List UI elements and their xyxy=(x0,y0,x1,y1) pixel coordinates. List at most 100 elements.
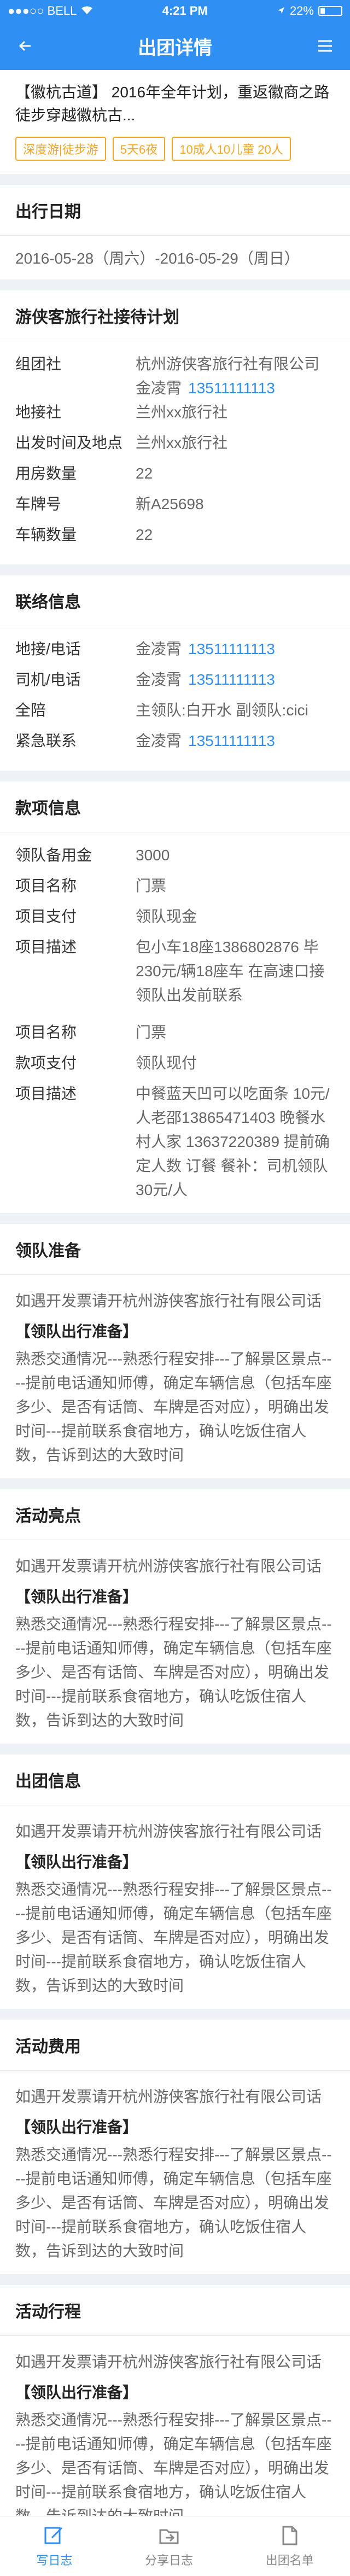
kv-key: 司机/电话 xyxy=(15,671,81,688)
section-title: 款项信息 xyxy=(0,782,350,832)
kv-row: 项目描述 中餐蓝天凹可以吃面条 10元/人老邵13865471403 晚餐水村人家… xyxy=(15,1082,335,1202)
folder-share-icon xyxy=(159,2529,179,2544)
menu-icon[interactable] xyxy=(314,35,336,57)
section-title: 活动行程 xyxy=(0,2285,350,2336)
kv-key: 地接/电话 xyxy=(15,640,81,657)
kv-key: 地接社 xyxy=(15,404,62,421)
kv-key: 用房数量 xyxy=(15,465,77,482)
tag-type: 深度游|徒步游 xyxy=(15,137,106,161)
tab-label: 写日志 xyxy=(36,2553,73,2567)
kv-value: 主领队:白开水 副领队:cici xyxy=(136,702,308,719)
trip-header-card: 【徽杭古道】 2016年全年计划，重返徽商之路徒步穿越徽杭古... 深度游|徒步… xyxy=(0,70,350,174)
group-info-card: 出团信息 如遇开发票请开杭州游侠客旅行社有限公司话 【领队出行准备】 熟悉交通情… xyxy=(0,1755,350,2009)
edit-icon xyxy=(44,2527,63,2544)
kv-key: 项目名称 xyxy=(15,1024,77,1041)
battery-icon xyxy=(318,6,342,16)
section-title: 活动亮点 xyxy=(0,1489,350,1540)
contact-name: 金凌霄 xyxy=(136,640,182,657)
section-title: 出行日期 xyxy=(0,185,350,236)
section-note: 熟悉交通情况---熟悉行程安排---了解景区景点----提前电话通知师傅，确定车… xyxy=(15,2146,332,2259)
kv-value: 杭州游侠客旅行社有限公司 xyxy=(136,355,320,372)
highlights-card: 活动亮点 如遇开发票请开杭州游侠客旅行社有限公司话 【领队出行准备】 熟悉交通情… xyxy=(0,1489,350,1744)
kv-key: 出发时间及地点 xyxy=(15,434,123,451)
document-icon xyxy=(282,2526,298,2545)
kv-row: 项目描述 包小车18座1386802876 毕230元/辆18座车 在高速口接领队… xyxy=(15,935,335,1007)
section-subtitle: 【领队出行准备】 xyxy=(15,2384,138,2401)
phone-link[interactable]: 13511111113 xyxy=(188,640,275,657)
kv-value: 门票 xyxy=(136,877,167,894)
phone-link[interactable]: 13511111113 xyxy=(188,380,275,397)
kv-key: 项目描述 xyxy=(15,939,77,955)
contact-name: 金凌霄 xyxy=(136,671,182,688)
kv-value: 3000 xyxy=(136,847,170,864)
carrier-label: ●●●○○ BELL xyxy=(8,4,77,18)
section-title: 出团信息 xyxy=(0,1755,350,1805)
trip-tags: 深度游|徒步游 5天6夜 10成人10儿童 20人 xyxy=(15,137,335,161)
kv-row: 出发时间及地点 兰州xx旅行社 xyxy=(15,431,335,462)
travel-date-card: 出行日期 2016-05-28（周六）-2016-05-29（周日） xyxy=(0,185,350,279)
contact-name: 金凌霄 xyxy=(136,732,182,749)
tab-write-log[interactable]: 写日志 xyxy=(36,2525,72,2568)
kv-row: 项目支付 领队现金 xyxy=(15,905,335,935)
section-subtitle: 【领队出行准备】 xyxy=(15,1588,138,1605)
kv-row: 组团社 杭州游侠客旅行社有限公司 金凌霄 13511111113 xyxy=(15,352,335,400)
kv-row: 用房数量 22 xyxy=(15,462,335,492)
tag-duration: 5天6夜 xyxy=(112,137,166,161)
kv-value: 兰州xx旅行社 xyxy=(136,404,228,421)
section-title: 活动费用 xyxy=(0,2020,350,2071)
leader-prep-card: 领队准备 如遇开发票请开杭州游侠客旅行社有限公司话 【领队出行准备】 熟悉交通情… xyxy=(0,1224,350,1478)
itinerary-card: 活动行程 如遇开发票请开杭州游侠客旅行社有限公司话 【领队出行准备】 熟悉交通情… xyxy=(0,2285,350,2539)
section-intro: 如遇开发票请开杭州游侠客旅行社有限公司话 xyxy=(15,1292,322,1309)
tab-label: 分享日志 xyxy=(144,2553,193,2567)
kv-key: 款项支付 xyxy=(15,1054,77,1071)
section-title: 游侠客旅行社接待计划 xyxy=(0,290,350,341)
kv-key: 项目名称 xyxy=(15,877,77,894)
nav-bar: 出团详情 xyxy=(0,22,350,70)
kv-key: 车辆数量 xyxy=(15,526,77,543)
section-note: 熟悉交通情况---熟悉行程安排---了解景区景点----提前电话通知师傅，确定车… xyxy=(15,1350,332,1464)
kv-value: 兰州xx旅行社 xyxy=(136,434,228,451)
status-bar: ●●●○○ BELL 4:21 PM 22% xyxy=(0,0,350,22)
section-note: 熟悉交通情况---熟悉行程安排---了解景区景点----提前电话通知师傅，确定车… xyxy=(15,2411,332,2525)
kv-value: 门票 xyxy=(136,1024,167,1041)
phone-link[interactable]: 13511111113 xyxy=(188,671,275,688)
kv-value: 22 xyxy=(136,465,153,482)
phone-link[interactable]: 13511111113 xyxy=(188,732,275,749)
kv-value: 领队现付 xyxy=(136,1054,197,1071)
back-arrow-icon[interactable] xyxy=(14,35,36,57)
kv-row: 车辆数量 22 xyxy=(15,523,335,553)
section-title: 联络信息 xyxy=(0,575,350,626)
page-title: 出团详情 xyxy=(138,37,212,59)
kv-key: 领队备用金 xyxy=(15,847,92,864)
bottom-tab-bar: 写日志 分享日志 出团名单 xyxy=(0,2516,350,2576)
location-icon xyxy=(277,4,285,18)
kv-key: 项目描述 xyxy=(15,1085,77,1102)
kv-row: 地接社 兰州xx旅行社 xyxy=(15,400,335,431)
section-title: 领队准备 xyxy=(0,1224,350,1275)
battery-percent: 22% xyxy=(289,4,314,18)
kv-value: 22 xyxy=(136,526,153,543)
kv-row: 地接/电话 金凌霄 13511111113 xyxy=(15,637,335,668)
wifi-icon xyxy=(81,4,93,18)
tab-share-log[interactable]: 分享日志 xyxy=(145,2525,193,2568)
section-subtitle: 【领队出行准备】 xyxy=(15,1323,138,1340)
kv-value: 新A25698 xyxy=(136,496,204,512)
kv-row: 项目名称 门票 xyxy=(15,1021,335,1051)
cost-card: 活动费用 如遇开发票请开杭州游侠客旅行社有限公司话 【领队出行准备】 熟悉交通情… xyxy=(0,2020,350,2274)
section-intro: 如遇开发票请开杭州游侠客旅行社有限公司话 xyxy=(15,1823,322,1840)
contact-card: 联络信息 地接/电话 金凌霄 13511111113 司机/电话 金凌霄 1351111… xyxy=(0,575,350,771)
kv-key: 组团社 xyxy=(15,355,62,372)
section-intro: 如遇开发票请开杭州游侠客旅行社有限公司话 xyxy=(15,1558,322,1575)
kv-value: 中餐蓝天凹可以吃面条 10元/人老邵13865471403 晚餐水村人家 136… xyxy=(136,1085,330,1198)
kv-row: 车牌号 新A25698 xyxy=(15,492,335,523)
travel-date-value: 2016-05-28（周六）-2016-05-29（周日） xyxy=(15,250,300,267)
kv-row: 全陪 主领队:白开水 副领队:cici xyxy=(15,698,335,729)
tag-people: 10成人10儿童 20人 xyxy=(172,137,291,161)
payment-card: 款项信息 领队备用金 3000 项目名称 门票 项目支付 领队现金 项目描述 包小车18… xyxy=(0,782,350,1213)
kv-value: 包小车18座1386802876 毕230元/辆18座车 在高速口接领队出发前联… xyxy=(136,939,325,1004)
kv-row: 项目名称 门票 xyxy=(15,874,335,905)
plan-card: 游侠客旅行社接待计划 组团社 杭州游侠客旅行社有限公司 金凌霄 135111111… xyxy=(0,290,350,564)
section-note: 熟悉交通情况---熟悉行程安排---了解景区景点----提前电话通知师傅，确定车… xyxy=(15,1881,332,1994)
kv-value: 领队现金 xyxy=(136,908,197,925)
tab-group-list[interactable]: 出团名单 xyxy=(266,2525,314,2568)
